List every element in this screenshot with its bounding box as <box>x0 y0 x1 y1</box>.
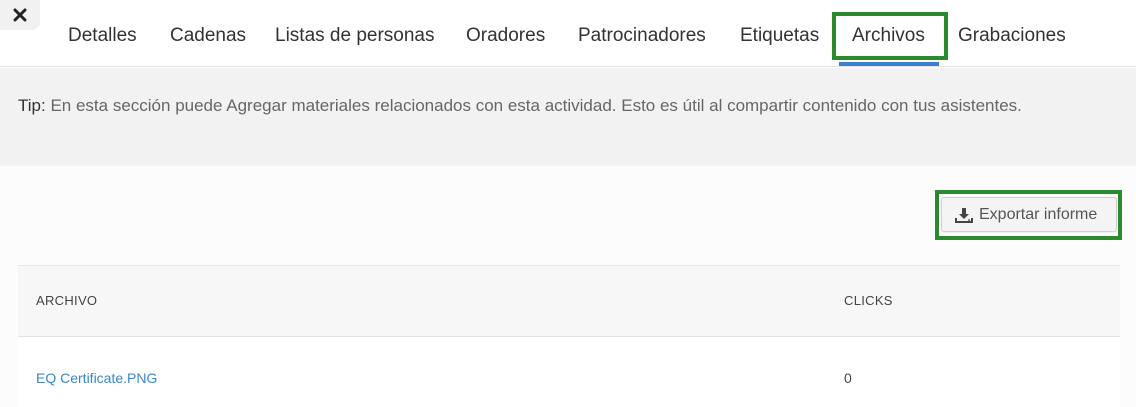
export-report-button[interactable]: Exportar informe <box>941 197 1117 232</box>
download-icon <box>955 207 973 223</box>
tab-archivos[interactable]: Archivos <box>852 24 925 48</box>
file-link[interactable]: EQ Certificate.PNG <box>36 370 157 386</box>
files-table: ARCHIVO CLICKS EQ Certificate.PNG 0 <box>18 265 1120 407</box>
table-row: EQ Certificate.PNG 0 <box>18 337 1120 407</box>
active-tab-underline <box>839 62 939 66</box>
tab-grabaciones[interactable]: Grabaciones <box>958 24 1066 48</box>
export-button-label: Exportar informe <box>979 205 1098 223</box>
tip-banner: Tip: En esta sección puede Agregar mater… <box>0 68 1136 166</box>
tab-cadenas[interactable]: Cadenas <box>170 24 246 48</box>
tip-label: Tip: <box>18 96 46 115</box>
column-header-clicks[interactable]: CLICKS <box>844 293 893 308</box>
tab-listas-de-personas[interactable]: Listas de personas <box>275 24 435 48</box>
column-header-archivo[interactable]: ARCHIVO <box>36 293 97 308</box>
file-clicks-count: 0 <box>844 370 852 386</box>
close-icon <box>13 8 27 22</box>
tab-etiquetas[interactable]: Etiquetas <box>740 24 819 48</box>
tip-text: En esta sección puede Agregar materiales… <box>50 96 1022 115</box>
tab-oradores[interactable]: Oradores <box>466 24 545 48</box>
tab-detalles[interactable]: Detalles <box>68 24 137 48</box>
tab-patrocinadores[interactable]: Patrocinadores <box>578 24 706 48</box>
close-button[interactable] <box>0 0 40 30</box>
tab-bar: Detalles Cadenas Listas de personas Orad… <box>0 0 1136 67</box>
table-header: ARCHIVO CLICKS <box>18 265 1120 337</box>
